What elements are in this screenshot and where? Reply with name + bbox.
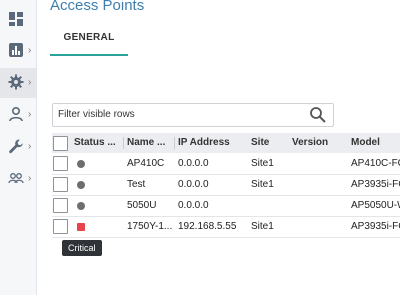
cell-ip: 0.0.0.0 [178, 179, 209, 190]
search-icon[interactable] [309, 106, 327, 124]
filter-input[interactable] [53, 104, 298, 124]
status-indicator [77, 181, 85, 189]
bar-chart-icon [9, 43, 23, 57]
nav-item-admin[interactable]: › [0, 100, 36, 130]
dashboard-icon [9, 12, 23, 26]
table-row[interactable]: 1750Y-1... 192.168.5.55 Site1 AP3935i-FC… [52, 216, 400, 238]
table-row[interactable]: 5050U 0.0.0.0 AP5050U-WW [52, 195, 400, 217]
nav-item-tools[interactable]: › [0, 132, 36, 162]
cell-name: Test [127, 179, 146, 190]
cell-ip: 0.0.0.0 [178, 200, 209, 211]
column-header-site[interactable]: Site [251, 133, 289, 154]
cell-name: 1750Y-1... [127, 221, 172, 232]
cell-site [251, 195, 289, 216]
column-header-name[interactable]: Name ... [127, 133, 172, 154]
row-checkbox[interactable] [53, 198, 68, 213]
users-icon [8, 173, 24, 184]
row-checkbox[interactable] [53, 219, 68, 234]
cell-site: Site1 [251, 221, 274, 232]
gear-icon [8, 74, 24, 90]
cell-model: AP5050U-WW [351, 200, 400, 211]
status-indicator[interactable] [77, 223, 85, 231]
chevron-right-icon: › [28, 173, 32, 184]
tab-general[interactable]: GENERAL [50, 24, 128, 56]
nav-item-configure[interactable]: › [0, 68, 36, 98]
nav-item-dashboard[interactable] [0, 5, 36, 35]
nav-item-onboard[interactable]: › [0, 164, 36, 194]
cell-site: Site1 [251, 158, 274, 169]
sidebar-nav: › › › › › [0, 0, 37, 295]
table-row[interactable]: AP410C 0.0.0.0 Site1 AP410C-FCC [52, 153, 400, 175]
chevron-right-icon: › [28, 77, 32, 88]
column-header-ip[interactable]: IP Address [178, 133, 248, 154]
chevron-right-icon: › [28, 109, 32, 120]
wrench-icon [9, 139, 23, 154]
column-header-status[interactable]: Status ... [74, 133, 122, 154]
cell-ip: 0.0.0.0 [178, 158, 209, 169]
nav-item-reports[interactable]: › [0, 36, 36, 66]
cell-name: 5050U [127, 200, 157, 211]
cell-version [292, 174, 347, 195]
cell-version [292, 216, 347, 237]
cell-model: AP410C-FCC [351, 158, 400, 169]
cell-version [292, 195, 347, 216]
status-indicator [77, 160, 85, 168]
row-checkbox[interactable] [53, 177, 68, 192]
cell-name: AP410C [127, 158, 165, 169]
select-all-checkbox[interactable] [53, 136, 68, 151]
status-indicator [77, 202, 85, 210]
cell-version [292, 153, 347, 174]
user-icon [9, 106, 23, 122]
column-divider[interactable] [174, 137, 175, 149]
table-row[interactable]: Test 0.0.0.0 Site1 AP3935i-FCC [52, 174, 400, 196]
column-header-version[interactable]: Version [292, 133, 347, 154]
cell-ip: 192.168.5.55 [178, 221, 237, 232]
chevron-right-icon: › [28, 45, 32, 56]
status-tooltip: Critical [62, 240, 102, 256]
chevron-right-icon: › [28, 141, 32, 152]
table-header-row: Status ... Name ... IP Address Site Vers… [52, 133, 400, 153]
cell-model: AP3935i-FCC [351, 179, 400, 190]
cell-site: Site1 [251, 179, 274, 190]
cell-model: AP3935i-FCC [351, 221, 400, 232]
row-checkbox[interactable] [53, 156, 68, 171]
filter-box [52, 103, 334, 127]
page-title: Access Points [50, 0, 145, 14]
column-divider[interactable] [123, 137, 124, 149]
column-header-model[interactable]: Model [351, 133, 400, 154]
